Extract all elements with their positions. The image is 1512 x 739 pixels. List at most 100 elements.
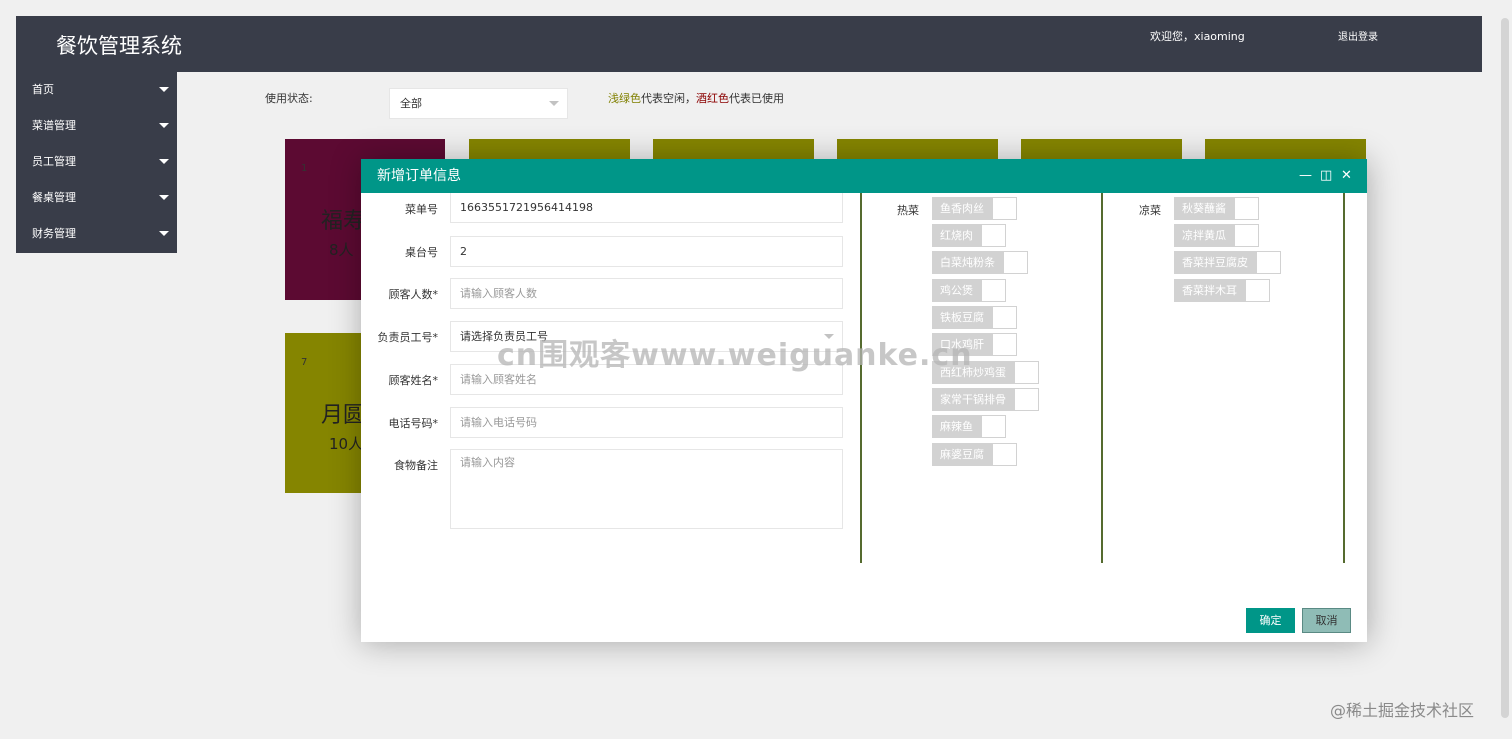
legend-used-color: 酒红色: [696, 92, 729, 105]
table-number: 1: [301, 163, 308, 174]
sidebar-item-label: 财务管理: [32, 227, 76, 240]
toggle-switch[interactable]: [1245, 279, 1270, 302]
order-no-input[interactable]: 1663551721956414198: [450, 193, 843, 223]
toggle-switch[interactable]: [1234, 197, 1259, 220]
column-divider: [860, 193, 862, 563]
status-filter-value: 全部: [400, 97, 422, 110]
sidebar-item-table-manage[interactable]: 餐桌管理: [16, 180, 177, 216]
dish-toggle[interactable]: 鸡公煲: [932, 279, 1006, 302]
table-card[interactable]: [469, 139, 630, 159]
table-capacity: 8人: [329, 241, 354, 259]
app-title: 餐饮管理系统: [56, 34, 182, 58]
dish-toggle[interactable]: 白菜炖粉条: [932, 251, 1028, 274]
column-divider: [1101, 193, 1103, 563]
toggle-switch[interactable]: [1014, 388, 1039, 411]
dish-toggle[interactable]: 麻婆豆腐: [932, 443, 1017, 466]
dialog-title: 新增订单信息: [377, 168, 461, 184]
sidebar-item-label: 首页: [32, 83, 54, 96]
dish-toggle[interactable]: 红烧肉: [932, 224, 1006, 247]
phone-label: 电话号码*: [388, 417, 439, 430]
toggle-switch[interactable]: [1256, 251, 1281, 274]
cold-dishes-label: 凉菜: [1139, 204, 1161, 217]
side-menu: 首页 菜谱管理 员工管理 餐桌管理 财务管理: [16, 72, 177, 253]
logout-link[interactable]: 退出登录: [1338, 28, 1378, 43]
corner-watermark: @稀土掘金技术社区: [1330, 701, 1475, 720]
dish-name: 红烧肉: [932, 224, 981, 247]
sidebar-item-home[interactable]: 首页: [16, 72, 177, 108]
caret-down-icon: [159, 123, 169, 128]
toggle-switch[interactable]: [1234, 224, 1259, 247]
sidebar-item-label: 员工管理: [32, 155, 76, 168]
hot-dishes-label: 热菜: [897, 204, 919, 217]
toggle-switch[interactable]: [1014, 361, 1039, 384]
table-card[interactable]: [1021, 139, 1182, 159]
dish-toggle[interactable]: 麻辣鱼: [932, 415, 1006, 438]
guests-label: 顾客人数*: [388, 288, 439, 301]
color-legend: 浅绿色代表空闲，酒红色代表已使用: [608, 90, 784, 106]
sidebar-item-staff-manage[interactable]: 员工管理: [16, 144, 177, 180]
confirm-button[interactable]: 确定: [1246, 608, 1295, 633]
toggle-switch[interactable]: [981, 224, 1006, 247]
dish-name: 麻婆豆腐: [932, 443, 992, 466]
table-card[interactable]: [653, 139, 814, 159]
staff-label: 负责员工号*: [377, 331, 439, 344]
legend-text: 代表已使用: [729, 92, 784, 105]
dish-name: 麻辣鱼: [932, 415, 981, 438]
note-textarea[interactable]: 请输入内容: [450, 449, 843, 529]
dish-name: 凉拌黄瓜: [1174, 224, 1234, 247]
status-filter-select[interactable]: 全部: [389, 88, 568, 119]
table-card[interactable]: [837, 139, 998, 159]
minimize-icon[interactable]: —: [1299, 159, 1312, 193]
cancel-button[interactable]: 取消: [1302, 608, 1351, 633]
dish-name: 香菜拌豆腐皮: [1174, 251, 1256, 274]
dish-name: 鱼香肉丝: [932, 197, 992, 220]
toggle-switch[interactable]: [992, 197, 1017, 220]
close-icon[interactable]: ✕: [1341, 159, 1352, 193]
dish-toggle[interactable]: 鱼香肉丝: [932, 197, 1017, 220]
table-no-label: 桌台号: [405, 246, 438, 259]
dish-name: 香菜拌木耳: [1174, 279, 1245, 302]
sidebar-item-finance-manage[interactable]: 财务管理: [16, 216, 177, 252]
dish-toggle[interactable]: 家常干锅排骨: [932, 388, 1039, 411]
chevron-down-icon: [549, 101, 559, 106]
watermark-text: cn围观客www.weiguanke.cn: [497, 338, 973, 373]
toggle-switch[interactable]: [992, 333, 1017, 356]
maximize-icon[interactable]: ◫: [1320, 159, 1332, 193]
caret-down-icon: [159, 195, 169, 200]
order-no-label: 菜单号: [405, 203, 438, 216]
table-number: 7: [301, 357, 308, 368]
table-name: 月圆: [321, 403, 366, 428]
table-card[interactable]: [1205, 139, 1366, 159]
toggle-switch[interactable]: [1003, 251, 1028, 274]
dish-toggle[interactable]: 凉拌黄瓜: [1174, 224, 1259, 247]
caret-down-icon: [159, 87, 169, 92]
top-header: 餐饮管理系统 欢迎您，xiaoming 退出登录: [16, 16, 1482, 72]
status-filter-label: 使用状态:: [265, 92, 313, 105]
dish-name: 铁板豆腐: [932, 306, 992, 329]
dish-toggle[interactable]: 香菜拌木耳: [1174, 279, 1270, 302]
sidebar-item-menu-manage[interactable]: 菜谱管理: [16, 108, 177, 144]
caret-down-icon: [159, 159, 169, 164]
phone-input[interactable]: 请输入电话号码: [450, 407, 843, 438]
scrollbar-thumb[interactable]: [1501, 18, 1509, 718]
dish-toggle[interactable]: 香菜拌豆腐皮: [1174, 251, 1281, 274]
toggle-switch[interactable]: [992, 443, 1017, 466]
guests-input[interactable]: 请输入顾客人数: [450, 278, 843, 309]
sidebar-item-label: 餐桌管理: [32, 191, 76, 204]
dish-toggle[interactable]: 秋葵蘸酱: [1174, 197, 1259, 220]
dish-name: 家常干锅排骨: [932, 388, 1014, 411]
page-scrollbar[interactable]: [1498, 0, 1512, 739]
caret-down-icon: [159, 231, 169, 236]
table-capacity: 10人: [329, 435, 364, 453]
toggle-switch[interactable]: [981, 415, 1006, 438]
note-label: 食物备注: [394, 459, 438, 472]
toggle-switch[interactable]: [992, 306, 1017, 329]
dish-toggle[interactable]: 铁板豆腐: [932, 306, 1017, 329]
table-no-input[interactable]: 2: [450, 236, 843, 267]
dish-name: 鸡公煲: [932, 279, 981, 302]
column-divider: [1343, 193, 1345, 563]
table-name: 福寿: [321, 209, 366, 234]
customer-label: 顾客姓名*: [388, 374, 439, 387]
welcome-text: 欢迎您，xiaoming: [1150, 30, 1245, 43]
toggle-switch[interactable]: [981, 279, 1006, 302]
